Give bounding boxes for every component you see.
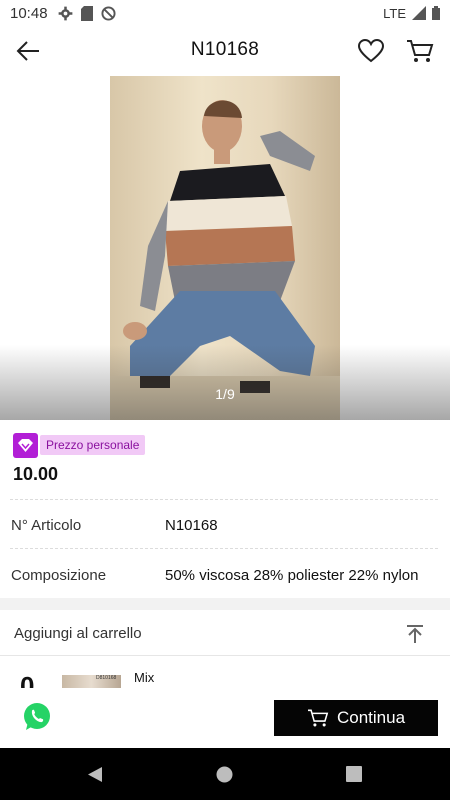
heart-icon[interactable]	[357, 38, 385, 64]
nav-back-icon[interactable]	[86, 766, 103, 783]
detail-key: Composizione	[11, 567, 107, 584]
divider	[10, 499, 438, 500]
status-time: 10:48	[10, 4, 48, 22]
diamond-icon	[13, 432, 38, 458]
product-price: 10.00	[13, 464, 59, 484]
settings-icon	[58, 6, 72, 20]
sd-card-icon	[80, 5, 93, 21]
cart-icon	[307, 709, 329, 727]
nav-recents-icon[interactable]	[346, 766, 362, 782]
badge-label: Prezzo personale	[40, 435, 146, 455]
item-name: Mix	[134, 670, 155, 685]
cart-icon[interactable]	[406, 38, 434, 64]
battery-icon	[432, 6, 440, 20]
divider	[10, 548, 438, 549]
detail-value: 50% viscosa 28% poliester 22% nylon	[165, 567, 419, 584]
personal-price-badge: Prezzo personale	[13, 432, 146, 458]
app-bar: N10168	[0, 26, 450, 76]
network-type: LTE	[383, 5, 406, 21]
add-to-cart-header: Aggiungi al carrello	[0, 610, 450, 656]
system-nav-bar	[0, 748, 450, 800]
thumbnail-code: D810168	[96, 675, 117, 681]
whatsapp-icon[interactable]	[22, 702, 52, 732]
scroll-top-icon[interactable]	[405, 624, 425, 644]
bottom-action-bar: Continua	[0, 688, 450, 748]
gallery-counter: 1/9	[215, 386, 235, 402]
add-to-cart-title: Aggiungi al carrello	[14, 625, 142, 642]
do-not-disturb-icon	[101, 5, 116, 21]
continue-button[interactable]: Continua	[274, 700, 438, 736]
nav-home-icon[interactable]	[216, 766, 233, 783]
detail-key: N° Articolo	[11, 517, 82, 534]
continue-label: Continua	[336, 708, 406, 727]
detail-value: N10168	[165, 517, 218, 534]
signal-icon	[412, 6, 426, 20]
product-gallery[interactable]: 1/9	[0, 76, 450, 420]
status-bar: 10:48 LTE	[0, 0, 450, 26]
